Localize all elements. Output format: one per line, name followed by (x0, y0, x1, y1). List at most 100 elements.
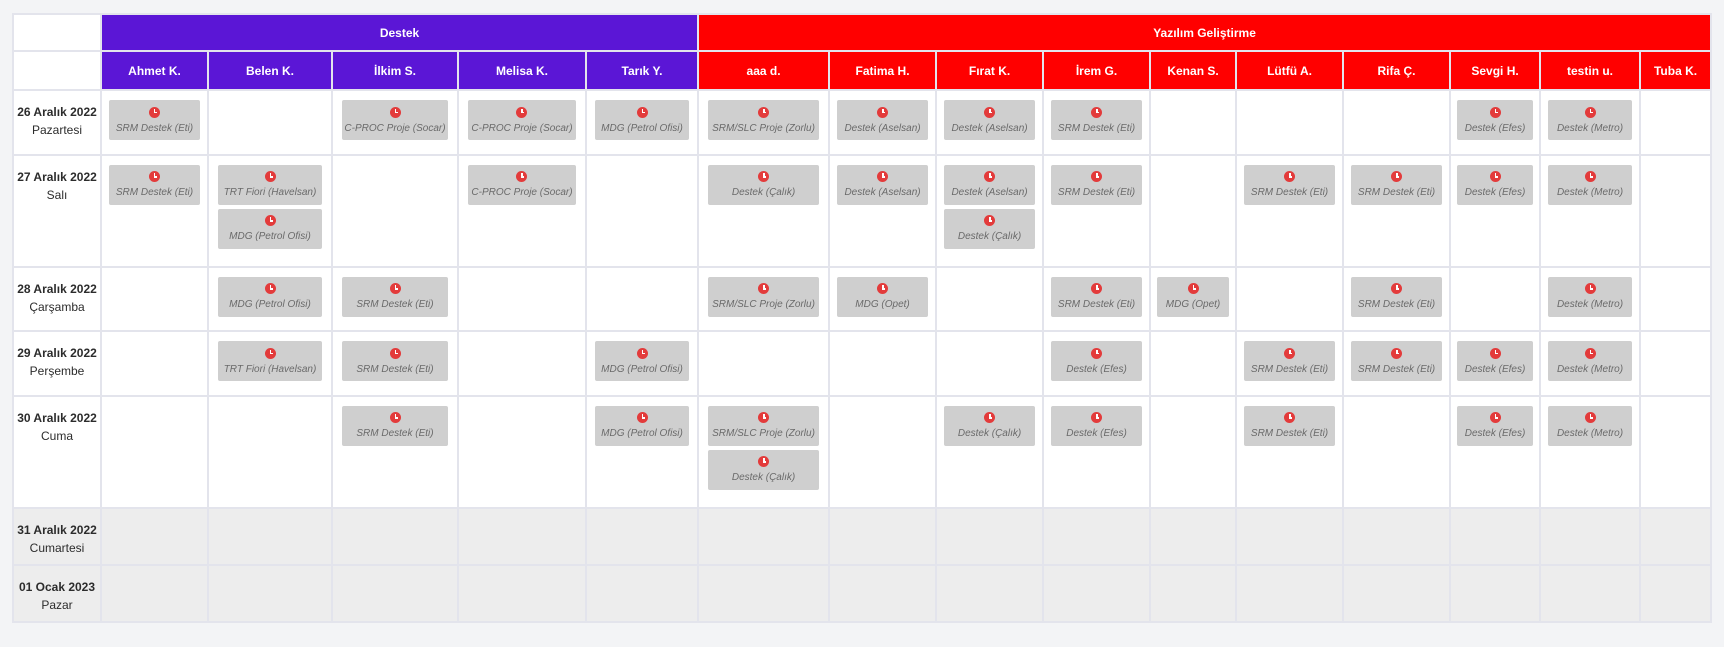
schedule-cell[interactable]: Destek (Aselsan) (828, 153, 938, 268)
schedule-cell[interactable]: Destek (Aselsan) (828, 89, 938, 156)
schedule-cell[interactable]: Destek (Metro) (1539, 330, 1642, 397)
person-header[interactable]: Melisa K. (457, 50, 587, 91)
task-chip[interactable]: TRT Fiori (Havelsan) (217, 164, 323, 205)
schedule-cell[interactable] (1539, 563, 1642, 624)
schedule-cell[interactable]: SRM Destek (Eti) (1042, 153, 1152, 268)
task-chip[interactable]: Destek (Efes) (1457, 164, 1533, 205)
schedule-cell[interactable] (584, 265, 700, 333)
schedule-cell[interactable]: MDG (Petrol Ofisi) (584, 330, 700, 397)
task-chip[interactable]: Destek (Efes) (1051, 341, 1142, 382)
task-chip[interactable]: SRM Destek (Eti) (109, 100, 200, 140)
schedule-cell[interactable] (1149, 394, 1238, 509)
schedule-cell[interactable]: SRM/SLC Proje (Zorlu) (697, 265, 831, 333)
task-chip[interactable]: Destek (Aselsan) (837, 100, 928, 140)
task-chip[interactable]: SRM Destek (Eti) (341, 276, 449, 317)
schedule-cell[interactable] (1639, 265, 1713, 333)
person-header[interactable]: Rifa Ç. (1342, 50, 1452, 91)
schedule-cell[interactable]: MDG (Opet) (828, 265, 938, 333)
schedule-cell[interactable]: SRM/SLC Proje (Zorlu) Destek (Çalık) (697, 394, 831, 509)
schedule-cell[interactable] (1449, 265, 1542, 333)
schedule-cell[interactable]: C-PROC Proje (Socar) (331, 89, 459, 156)
task-chip[interactable]: Destek (Metro) (1547, 276, 1633, 317)
task-chip[interactable]: SRM Destek (Eti) (341, 405, 449, 446)
person-header[interactable]: Tarık Y. (584, 50, 700, 91)
schedule-cell[interactable] (331, 506, 459, 566)
schedule-cell[interactable] (1639, 563, 1713, 624)
schedule-cell[interactable] (935, 330, 1045, 397)
schedule-cell[interactable]: SRM Destek (Eti) (1342, 330, 1452, 397)
schedule-cell[interactable] (1342, 89, 1452, 156)
schedule-cell[interactable] (100, 330, 209, 397)
person-header[interactable]: Kenan S. (1149, 50, 1238, 91)
schedule-cell[interactable] (1639, 394, 1713, 509)
task-chip[interactable]: MDG (Opet) (837, 276, 928, 317)
schedule-cell[interactable] (207, 506, 333, 566)
task-chip[interactable]: SRM Destek (Eti) (1051, 164, 1142, 205)
schedule-cell[interactable] (1149, 153, 1238, 268)
schedule-cell[interactable]: Destek (Çalık) (935, 394, 1045, 509)
task-chip[interactable]: Destek (Aselsan) (837, 164, 928, 205)
schedule-cell[interactable] (935, 265, 1045, 333)
schedule-cell[interactable]: MDG (Petrol Ofisi) (584, 89, 700, 156)
task-chip[interactable]: Destek (Çalık) (944, 208, 1035, 249)
schedule-cell[interactable] (697, 563, 831, 624)
task-chip[interactable]: SRM Destek (Eti) (1051, 100, 1142, 140)
schedule-cell[interactable]: SRM/SLC Proje (Zorlu) (697, 89, 831, 156)
schedule-cell[interactable] (331, 563, 459, 624)
schedule-cell[interactable] (584, 506, 700, 566)
task-chip[interactable]: TRT Fiori (Havelsan) (217, 341, 323, 382)
task-chip[interactable]: Destek (Aselsan) (944, 164, 1035, 205)
schedule-cell[interactable]: Destek (Efes) (1042, 394, 1152, 509)
schedule-cell[interactable] (1342, 563, 1452, 624)
schedule-cell[interactable]: SRM Destek (Eti) (331, 330, 459, 397)
task-chip[interactable]: SRM/SLC Proje (Zorlu) (708, 405, 819, 446)
schedule-cell[interactable]: SRM Destek (Eti) (1235, 330, 1345, 397)
schedule-cell[interactable] (1449, 506, 1542, 566)
task-chip[interactable]: MDG (Petrol Ofisi) (594, 100, 690, 140)
task-chip[interactable]: MDG (Petrol Ofisi) (217, 208, 323, 249)
task-chip[interactable]: Destek (Çalık) (708, 164, 819, 205)
schedule-cell[interactable] (100, 506, 209, 566)
schedule-cell[interactable] (828, 506, 938, 566)
schedule-cell[interactable]: MDG (Petrol Ofisi) (584, 394, 700, 509)
schedule-cell[interactable]: SRM Destek (Eti) (331, 394, 459, 509)
task-chip[interactable]: Destek (Efes) (1457, 405, 1533, 446)
schedule-cell[interactable]: TRT Fiori (Havelsan) (207, 330, 333, 397)
task-chip[interactable]: C-PROC Proje (Socar) (467, 100, 577, 140)
person-header[interactable]: Ahmet K. (100, 50, 209, 91)
schedule-cell[interactable]: SRM Destek (Eti) (100, 153, 209, 268)
schedule-cell[interactable] (1042, 506, 1152, 566)
task-chip[interactable]: SRM Destek (Eti) (1051, 276, 1142, 317)
task-chip[interactable]: MDG (Opet) (1156, 276, 1230, 317)
person-header[interactable]: testin u. (1539, 50, 1642, 91)
schedule-cell[interactable]: TRT Fiori (Havelsan) MDG (Petrol Ofisi) (207, 153, 333, 268)
schedule-cell[interactable]: SRM Destek (Eti) (1342, 265, 1452, 333)
schedule-cell[interactable] (1639, 153, 1713, 268)
schedule-cell[interactable] (1235, 89, 1345, 156)
schedule-cell[interactable]: Destek (Metro) (1539, 394, 1642, 509)
schedule-cell[interactable] (1449, 563, 1542, 624)
person-header[interactable]: Tuba K. (1639, 50, 1713, 91)
schedule-cell[interactable] (935, 563, 1045, 624)
person-header[interactable]: Fatima H. (828, 50, 938, 91)
schedule-cell[interactable]: SRM Destek (Eti) (1235, 394, 1345, 509)
schedule-cell[interactable] (1639, 89, 1713, 156)
task-chip[interactable]: SRM Destek (Eti) (1351, 276, 1442, 317)
person-header[interactable]: Fırat K. (935, 50, 1045, 91)
person-header[interactable]: Belen K. (207, 50, 333, 91)
task-chip[interactable]: SRM Destek (Eti) (109, 164, 200, 205)
person-header[interactable]: Lütfü A. (1235, 50, 1345, 91)
schedule-cell[interactable] (1149, 89, 1238, 156)
schedule-cell[interactable] (1235, 265, 1345, 333)
person-header[interactable]: İrem G. (1042, 50, 1152, 91)
task-chip[interactable]: SRM/SLC Proje (Zorlu) (708, 276, 819, 317)
task-chip[interactable]: SRM Destek (Eti) (1351, 341, 1442, 382)
schedule-cell[interactable]: Destek (Efes) (1449, 330, 1542, 397)
task-chip[interactable]: MDG (Petrol Ofisi) (594, 341, 690, 382)
schedule-cell[interactable] (100, 265, 209, 333)
schedule-cell[interactable]: Destek (Aselsan) Destek (Çalık) (935, 153, 1045, 268)
schedule-cell[interactable] (1149, 506, 1238, 566)
schedule-cell[interactable] (1639, 330, 1713, 397)
schedule-cell[interactable] (1149, 563, 1238, 624)
task-chip[interactable]: SRM Destek (Eti) (1244, 341, 1335, 382)
